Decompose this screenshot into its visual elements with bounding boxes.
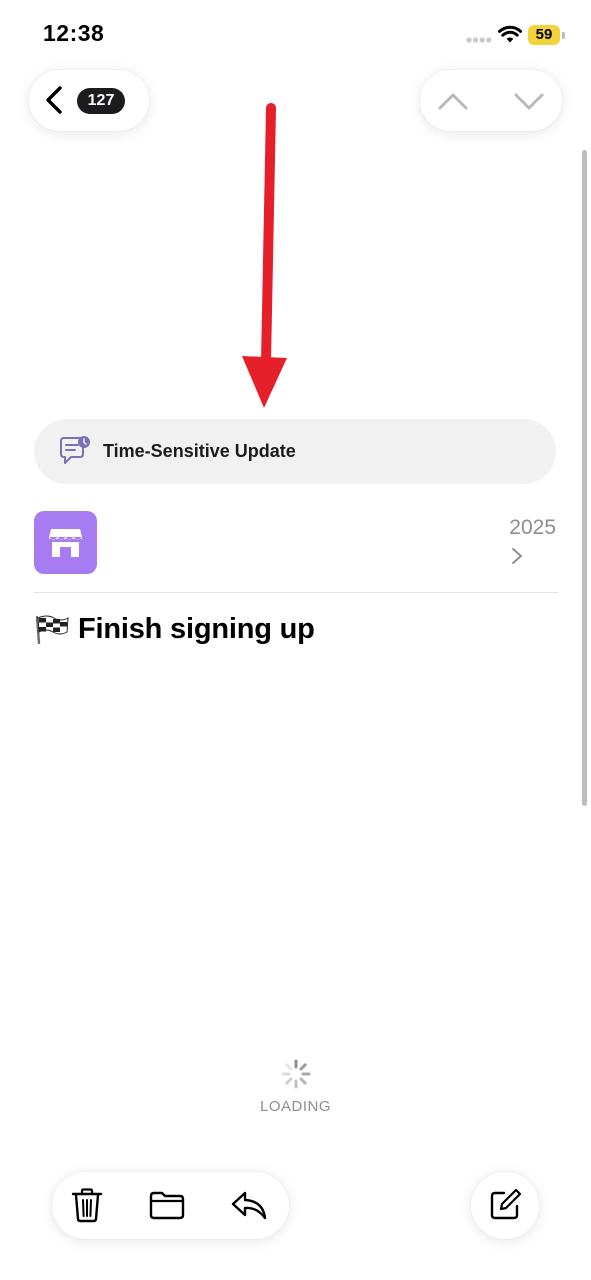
scrollbar[interactable] <box>582 150 587 806</box>
chevron-right-icon[interactable] <box>510 546 524 566</box>
sender-avatar[interactable] <box>34 511 97 574</box>
checkered-flag-icon <box>35 615 69 644</box>
subject-text: Finish signing up <box>78 612 315 645</box>
folder-icon[interactable] <box>148 1186 186 1224</box>
banner-label: Time-Sensitive Update <box>103 441 296 461</box>
chevron-down-icon[interactable] <box>512 84 546 118</box>
message-subject: Finish signing up <box>34 609 315 649</box>
message-navigation <box>420 70 562 131</box>
status-bar: 12:38 59 <box>0 0 591 70</box>
spinner-icon <box>281 1059 311 1089</box>
chevron-left-icon <box>46 86 62 114</box>
message-count-badge: 127 <box>77 88 125 114</box>
reply-icon[interactable] <box>230 1186 268 1224</box>
wifi-icon <box>498 25 522 43</box>
battery-level: 59 <box>528 25 560 45</box>
time-sensitive-message-icon <box>60 436 90 464</box>
status-time: 12:38 <box>43 20 105 46</box>
back-button[interactable]: 127 <box>29 70 149 131</box>
red-arrow-down-icon <box>242 103 287 408</box>
storefront-icon <box>49 529 82 557</box>
divider <box>34 592 558 593</box>
battery-icon: 59 <box>528 25 566 45</box>
compose-icon <box>490 1188 522 1220</box>
time-sensitive-banner[interactable]: Time-Sensitive Update <box>34 419 556 484</box>
battery-cap <box>562 32 565 39</box>
trash-icon[interactable] <box>68 1186 106 1224</box>
compose-button[interactable] <box>471 1172 539 1239</box>
loading-label: LOADING <box>259 1098 331 1115</box>
message-actions-toolbar <box>52 1172 289 1239</box>
chevron-up-icon[interactable] <box>436 84 470 118</box>
message-date: 2025 <box>509 516 556 539</box>
signal-dots-icon <box>466 37 492 43</box>
